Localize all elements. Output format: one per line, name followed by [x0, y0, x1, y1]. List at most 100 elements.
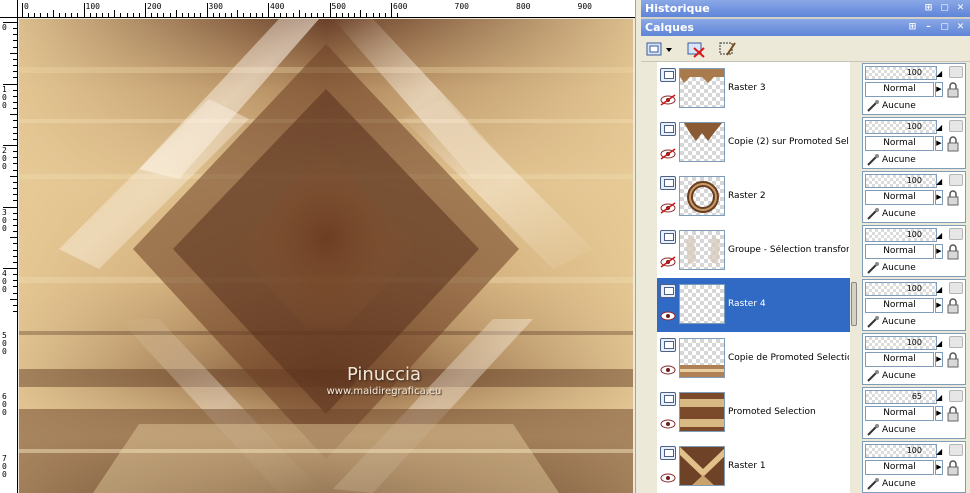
layer-type-icon[interactable]	[660, 338, 676, 352]
lock-icon[interactable]	[945, 82, 961, 98]
eraser-icon[interactable]	[949, 282, 963, 294]
opacity-caret-icon[interactable]: ◢	[936, 285, 942, 294]
opacity-caret-icon[interactable]: ◢	[936, 339, 942, 348]
layer-thumbnail[interactable]	[679, 392, 725, 432]
layer-type-icon[interactable]	[660, 122, 676, 136]
eye-hidden-icon[interactable]	[659, 148, 677, 160]
history-palette-titlebar[interactable]: Historique ⊞ ▢ ✕	[641, 0, 970, 17]
dropdown-arrow-icon[interactable]: ▶	[935, 190, 943, 205]
opacity-caret-icon[interactable]: ◢	[936, 447, 942, 456]
document-image[interactable]	[19, 19, 633, 493]
layer-name[interactable]: Promoted Selection	[728, 407, 849, 417]
dropdown-arrow-icon[interactable]: ▶	[935, 298, 943, 313]
dropdown-arrow-icon[interactable]: ▶	[935, 136, 943, 151]
layer-name[interactable]: Raster 3	[728, 83, 849, 93]
eye-icon[interactable]	[659, 310, 677, 322]
layer-thumbnail[interactable]	[679, 230, 725, 270]
layer-name[interactable]: Copie de Promoted Selection	[728, 353, 849, 363]
layer-thumbnail[interactable]	[679, 176, 725, 216]
lock-icon[interactable]	[945, 244, 961, 260]
opacity-caret-icon[interactable]: ◢	[936, 123, 942, 132]
layer-row[interactable]: Raster 4	[657, 278, 850, 332]
eraser-icon[interactable]	[949, 120, 963, 132]
eraser-icon[interactable]	[949, 228, 963, 240]
eraser-icon[interactable]	[949, 336, 963, 348]
layer-type-icon[interactable]	[660, 392, 676, 406]
layer-type-icon[interactable]	[660, 68, 676, 82]
lock-icon[interactable]	[945, 406, 961, 422]
dropdown-arrow-icon[interactable]: ▶	[935, 460, 943, 475]
layer-thumbnail[interactable]	[679, 68, 725, 108]
eye-hidden-icon[interactable]	[659, 94, 677, 106]
opacity-slider[interactable]: 65	[865, 390, 937, 404]
layers-palette-titlebar[interactable]: Calques ⊞ – ▢ ✕	[641, 19, 970, 36]
lock-icon[interactable]	[945, 298, 961, 314]
opacity-slider[interactable]: 100	[865, 174, 937, 188]
layer-list-scrollbar[interactable]	[850, 62, 858, 493]
eraser-icon[interactable]	[949, 444, 963, 456]
scrollbar-thumb[interactable]	[851, 282, 857, 326]
layer-row[interactable]: Raster 2	[657, 170, 850, 224]
opacity-caret-icon[interactable]: ◢	[936, 69, 942, 78]
blend-mode-select[interactable]: Normal	[865, 82, 934, 97]
opacity-slider[interactable]: 100	[865, 336, 937, 350]
lock-icon[interactable]	[945, 190, 961, 206]
opacity-caret-icon[interactable]: ◢	[936, 393, 942, 402]
dropdown-arrow-icon[interactable]: ▶	[935, 406, 943, 421]
layer-type-icon[interactable]	[660, 446, 676, 460]
layer-name[interactable]: Raster 1	[728, 461, 849, 471]
eye-icon[interactable]	[659, 418, 677, 430]
lock-icon[interactable]	[945, 136, 961, 152]
image-canvas[interactable]: Pinuccia www.maidiregrafica.eu	[19, 19, 633, 493]
dropdown-arrow-icon[interactable]: ▶	[935, 82, 943, 97]
pin-icon[interactable]: ⊞	[922, 2, 935, 15]
eraser-icon[interactable]	[949, 174, 963, 186]
layer-name[interactable]: Copie (2) sur Promoted Selection	[728, 137, 849, 147]
edit-selection-button[interactable]	[717, 39, 739, 59]
layer-name[interactable]: Raster 4	[728, 299, 849, 309]
layer-thumbnail[interactable]	[679, 122, 725, 162]
lock-icon[interactable]	[945, 460, 961, 476]
dropdown-arrow-icon[interactable]: ▶	[935, 244, 943, 259]
layer-type-icon[interactable]	[660, 284, 676, 298]
layer-thumbnail[interactable]	[679, 284, 725, 324]
opacity-slider[interactable]: 100	[865, 282, 937, 296]
pin-icon[interactable]: ⊞	[906, 21, 919, 34]
layer-row[interactable]: Copie de Promoted Selection	[657, 332, 850, 386]
opacity-slider[interactable]: 100	[865, 120, 937, 134]
blend-mode-select[interactable]: Normal	[865, 298, 934, 313]
blend-mode-select[interactable]: Normal	[865, 460, 934, 475]
blend-mode-select[interactable]: Normal	[865, 244, 934, 259]
layer-thumbnail[interactable]	[679, 338, 725, 378]
layer-row[interactable]: Raster 3	[657, 62, 850, 116]
dropdown-arrow-icon[interactable]: ▶	[935, 352, 943, 367]
close-icon[interactable]: ✕	[954, 21, 967, 34]
eraser-icon[interactable]	[949, 390, 963, 402]
layer-thumbnail[interactable]	[679, 446, 725, 486]
eye-hidden-icon[interactable]	[659, 256, 677, 268]
blend-mode-select[interactable]: Normal	[865, 136, 934, 151]
eye-icon[interactable]	[659, 472, 677, 484]
opacity-slider[interactable]: 100	[865, 444, 937, 458]
minimize-icon[interactable]: –	[922, 21, 935, 34]
layer-row[interactable]: Promoted Selection	[657, 386, 850, 440]
opacity-caret-icon[interactable]: ◢	[936, 177, 942, 186]
new-layer-button[interactable]	[645, 39, 675, 59]
layer-row[interactable]: Groupe - Sélection transformée	[657, 224, 850, 278]
layer-type-icon[interactable]	[660, 176, 676, 190]
blend-mode-select[interactable]: Normal	[865, 406, 934, 421]
restore-icon[interactable]: ▢	[938, 21, 951, 34]
restore-icon[interactable]: ▢	[938, 2, 951, 15]
layer-name[interactable]: Groupe - Sélection transformée	[728, 245, 849, 255]
opacity-caret-icon[interactable]: ◢	[936, 231, 942, 240]
eye-icon[interactable]	[659, 364, 677, 376]
delete-layer-button[interactable]	[685, 39, 707, 59]
layer-row[interactable]: Copie (2) sur Promoted Selection	[657, 116, 850, 170]
opacity-slider[interactable]: 100	[865, 66, 937, 80]
opacity-slider[interactable]: 100	[865, 228, 937, 242]
layer-type-icon[interactable]	[660, 230, 676, 244]
layer-name[interactable]: Raster 2	[728, 191, 849, 201]
blend-mode-select[interactable]: Normal	[865, 190, 934, 205]
blend-mode-select[interactable]: Normal	[865, 352, 934, 367]
eraser-icon[interactable]	[949, 66, 963, 78]
